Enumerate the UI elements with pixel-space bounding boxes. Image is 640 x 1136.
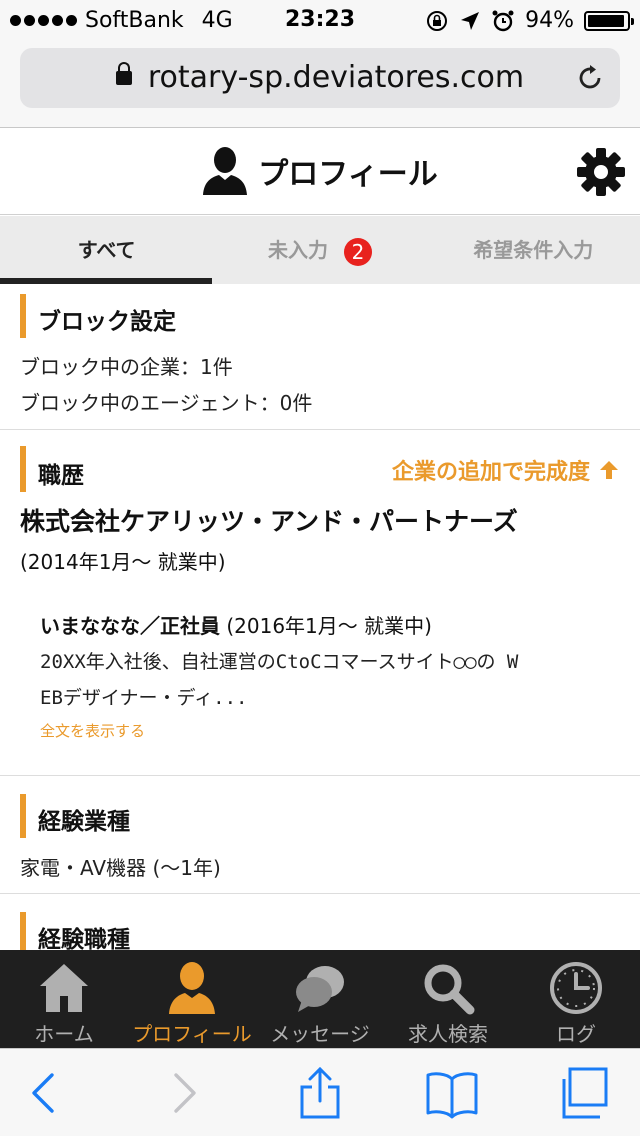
tab-unfilled[interactable]: 未入力 2: [213, 216, 426, 284]
browser-toolbar: [0, 1048, 640, 1136]
nav-messages-label: メッセージ: [270, 1022, 370, 1046]
profile-tabs: すべて 未入力 2 希望条件入力: [0, 216, 640, 284]
company-period: (2014年1月～ 就業中): [20, 550, 226, 574]
career-section: 職歴 企業の追加で完成度 株式会社ケアリッツ・アンド・パートナーズ (2014年…: [0, 430, 640, 776]
section-title: 経験業種: [38, 809, 130, 835]
home-icon: [40, 964, 88, 1012]
job-description-line: EBデザイナー・ディ...: [40, 687, 248, 709]
chat-icon: [296, 966, 344, 1012]
tab-all[interactable]: すべて: [0, 216, 213, 284]
nav-home[interactable]: ホーム: [0, 950, 128, 1048]
job-description-line: 20XX年入社後、自社運営のCtoCコマースサイト◯◯の W: [40, 651, 519, 673]
clock-icon: [550, 962, 602, 1014]
battery-percent: 94%: [525, 8, 574, 33]
tab-preferences-label: 希望条件入力: [473, 238, 594, 262]
blocked-companies: ブロック中の企業：1件: [20, 355, 233, 379]
url-text: rotary-sp.deviatores.com: [147, 60, 525, 95]
section-accent-bar: [20, 794, 26, 838]
address-bar[interactable]: rotary-sp.deviatores.com: [20, 48, 620, 108]
section-accent-bar: [20, 912, 26, 950]
add-company-link-label: 企業の追加で完成度: [391, 460, 590, 485]
company-name: 株式会社ケアリッツ・アンド・パートナーズ: [20, 507, 518, 536]
bottom-nav: ホーム プロフィール メッセージ 求人検索 ログ: [0, 950, 640, 1048]
section-accent-bar: [20, 294, 26, 338]
rotation-lock-icon: [427, 10, 448, 31]
tab-preferences[interactable]: 希望条件入力: [427, 216, 640, 284]
section-accent-bar: [20, 446, 26, 492]
industry-section: 経験業種 家電・AV機器 (～1年): [0, 776, 640, 894]
person-icon: [203, 147, 248, 195]
show-full-text-link[interactable]: 全文を表示する: [40, 720, 145, 741]
gear-icon[interactable]: [576, 147, 626, 197]
reload-icon[interactable]: [574, 62, 606, 94]
nav-log-label: ログ: [556, 1022, 596, 1046]
job-description: 20XX年入社後、自社運営のCtoCコマースサイト◯◯の W EBデザイナー・デ…: [40, 644, 620, 716]
tab-unfilled-label: 未入力: [267, 238, 328, 262]
url-display[interactable]: rotary-sp.deviatores.com: [20, 60, 620, 95]
nav-job-search-label: 求人検索: [408, 1022, 488, 1046]
block-settings-section[interactable]: ブロック設定 ブロック中の企業：1件 ブロック中のエージェント：0件: [0, 284, 640, 430]
tab-all-label: すべて: [77, 238, 136, 262]
battery-icon: [584, 10, 634, 31]
search-icon: [424, 964, 475, 1015]
section-title: ブロック設定: [38, 309, 176, 335]
nav-home-label: ホーム: [34, 1022, 94, 1046]
person-icon: [169, 962, 215, 1014]
section-header: ブロック設定: [0, 284, 640, 348]
nav-profile[interactable]: プロフィール: [128, 950, 256, 1048]
section-title: 職歴: [38, 463, 84, 489]
browser-address-area: rotary-sp.deviatores.com: [0, 40, 640, 128]
section-title: 経験職種: [38, 927, 130, 950]
nav-profile-label: プロフィール: [132, 1022, 252, 1046]
nav-job-search[interactable]: 求人検索: [384, 950, 512, 1048]
page-title: プロフィール: [258, 157, 438, 192]
title-group: プロフィール: [0, 147, 640, 195]
lock-icon: [115, 62, 132, 85]
location-icon: [461, 11, 480, 30]
unfilled-count-badge: 2: [343, 237, 372, 266]
job-period: (2016年1月～ 就業中): [220, 614, 432, 638]
share-icon[interactable]: [292, 1067, 348, 1119]
app-header: プロフィール: [0, 129, 640, 215]
add-company-link[interactable]: 企業の追加で完成度: [392, 454, 620, 486]
industry-value: 家電・AV機器 (～1年): [20, 856, 221, 880]
status-bar: SoftBank 4G 23:23 94%: [0, 0, 640, 40]
back-icon[interactable]: [16, 1067, 72, 1119]
job-name: いまななな／正社員: [40, 614, 220, 638]
profile-content[interactable]: ブロック設定 ブロック中の企業：1件 ブロック中のエージェント：0件 職歴 企業…: [0, 284, 640, 950]
status-right: 94%: [425, 8, 634, 33]
blocked-agents: ブロック中のエージェント：0件: [20, 391, 313, 415]
arrow-up-icon: [600, 461, 618, 479]
alarm-icon: [492, 10, 514, 31]
battery-fill: [588, 14, 624, 27]
nav-log[interactable]: ログ: [512, 950, 640, 1048]
occupation-section: 経験職種: [0, 894, 640, 950]
forward-icon[interactable]: [156, 1067, 212, 1119]
bookmarks-icon[interactable]: [424, 1067, 480, 1119]
nav-messages[interactable]: メッセージ: [256, 950, 384, 1048]
tabs-icon[interactable]: [556, 1067, 612, 1119]
job-summary: いまななな／正社員 (2016年1月～ 就業中): [40, 610, 432, 639]
